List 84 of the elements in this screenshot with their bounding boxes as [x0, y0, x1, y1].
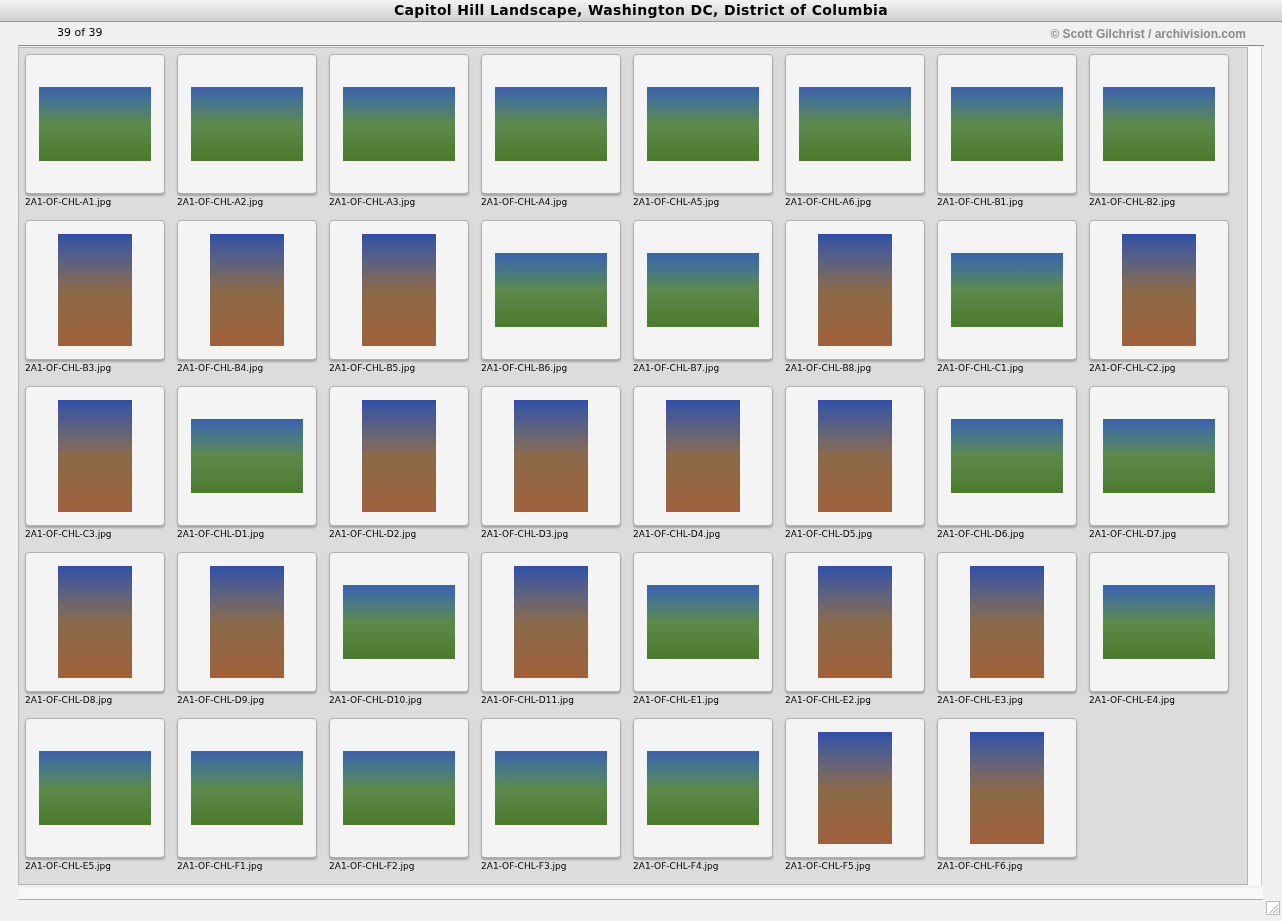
slide-card[interactable] — [177, 718, 317, 858]
file-name: 2A1-OF-CHL-A6.jpg — [785, 196, 872, 209]
slide-card[interactable] — [25, 718, 165, 858]
slide-card[interactable] — [1089, 220, 1229, 360]
horizontal-scrollbar-track[interactable] — [18, 888, 1263, 900]
file-name: 2A1-OF-CHL-E1.jpg — [633, 694, 719, 707]
file-name: 2A1-OF-CHL-A3.jpg — [329, 196, 416, 209]
slide-card[interactable] — [329, 552, 469, 692]
slide-card[interactable] — [633, 718, 773, 858]
slide-card[interactable] — [633, 54, 773, 194]
file-name: 2A1-OF-CHL-D10.jpg — [329, 694, 422, 707]
file-name: 2A1-OF-CHL-F1.jpg — [177, 860, 263, 873]
file-name: 2A1-OF-CHL-D8.jpg — [25, 694, 113, 707]
file-name: 2A1-OF-CHL-B7.jpg — [633, 362, 720, 375]
file-name: 2A1-OF-CHL-B1.jpg — [937, 196, 1024, 209]
slide-card[interactable] — [633, 552, 773, 692]
file-name: 2A1-OF-CHL-E3.jpg — [937, 694, 1023, 707]
file-name: 2A1-OF-CHL-B3.jpg — [25, 362, 112, 375]
file-name: 2A1-OF-CHL-C2.jpg — [1089, 362, 1176, 375]
slide-card[interactable] — [633, 220, 773, 360]
slide-card[interactable] — [785, 552, 925, 692]
slide-card[interactable] — [329, 386, 469, 526]
file-name: 2A1-OF-CHL-D11.jpg — [481, 694, 574, 707]
slide-card[interactable] — [481, 386, 621, 526]
slide-card[interactable] — [25, 552, 165, 692]
slide-card[interactable] — [481, 220, 621, 360]
slide-card[interactable] — [481, 718, 621, 858]
file-name: 2A1-OF-CHL-D6.jpg — [937, 528, 1025, 541]
slide-card[interactable] — [785, 718, 925, 858]
slide-card[interactable] — [785, 54, 925, 194]
file-name: 2A1-OF-CHL-C1.jpg — [937, 362, 1024, 375]
scrollbar-track[interactable] — [1248, 47, 1262, 885]
slide-card[interactable] — [785, 386, 925, 526]
slide-card[interactable] — [1089, 386, 1229, 526]
file-name: 2A1-OF-CHL-F2.jpg — [329, 860, 415, 873]
file-name: 2A1-OF-CHL-F5.jpg — [785, 860, 871, 873]
slide-card[interactable] — [25, 386, 165, 526]
slide-card[interactable] — [937, 552, 1077, 692]
slide-card[interactable] — [937, 386, 1077, 526]
slide-card[interactable] — [481, 54, 621, 194]
file-name: 2A1-OF-CHL-D4.jpg — [633, 528, 721, 541]
file-name: 2A1-OF-CHL-E4.jpg — [1089, 694, 1175, 707]
resize-grip-icon[interactable] — [1266, 901, 1280, 915]
window-title: Capitol Hill Landscape, Washington DC, District of Columbia — [393, 1, 889, 20]
file-name: 2A1-OF-CHL-C3.jpg — [25, 528, 112, 541]
file-name: 2A1-OF-CHL-D1.jpg — [177, 528, 265, 541]
file-name: 2A1-OF-CHL-A4.jpg — [481, 196, 568, 209]
slide-card[interactable] — [177, 386, 317, 526]
copyright-credit: © Scott Gilchrist / archivision.com — [1050, 25, 1246, 43]
slide-card[interactable] — [1089, 552, 1229, 692]
file-name: 2A1-OF-CHL-B5.jpg — [329, 362, 416, 375]
slide-card[interactable] — [177, 54, 317, 194]
file-name: 2A1-OF-CHL-D9.jpg — [177, 694, 265, 707]
file-name: 2A1-OF-CHL-B4.jpg — [177, 362, 264, 375]
file-name: 2A1-OF-CHL-A2.jpg — [177, 196, 264, 209]
file-name: 2A1-OF-CHL-B8.jpg — [785, 362, 872, 375]
slide-card[interactable] — [329, 718, 469, 858]
file-name: 2A1-OF-CHL-D3.jpg — [481, 528, 569, 541]
file-name: 2A1-OF-CHL-D2.jpg — [329, 528, 417, 541]
file-name: 2A1-OF-CHL-D5.jpg — [785, 528, 873, 541]
slide-card[interactable] — [481, 552, 621, 692]
slide-card[interactable] — [937, 718, 1077, 858]
slide-card[interactable] — [329, 54, 469, 194]
file-name: 2A1-OF-CHL-E2.jpg — [785, 694, 871, 707]
file-name: 2A1-OF-CHL-F6.jpg — [937, 860, 1023, 873]
slide-card[interactable] — [633, 386, 773, 526]
file-name: 2A1-OF-CHL-F4.jpg — [633, 860, 719, 873]
image-counter: 39 of 39 — [57, 25, 103, 42]
slide-card[interactable] — [25, 54, 165, 194]
slide-card[interactable] — [177, 552, 317, 692]
slide-card[interactable] — [937, 220, 1077, 360]
slide-card[interactable] — [329, 220, 469, 360]
slide-card[interactable] — [937, 54, 1077, 194]
slide-card[interactable] — [177, 220, 317, 360]
slide-card[interactable] — [1089, 54, 1229, 194]
slide-card[interactable] — [25, 220, 165, 360]
file-name: 2A1-OF-CHL-E5.jpg — [25, 860, 111, 873]
file-name: 2A1-OF-CHL-A5.jpg — [633, 196, 720, 209]
slide-card[interactable] — [785, 220, 925, 360]
file-name: 2A1-OF-CHL-F3.jpg — [481, 860, 567, 873]
file-name: 2A1-OF-CHL-A1.jpg — [25, 196, 112, 209]
file-name: 2A1-OF-CHL-B6.jpg — [481, 362, 568, 375]
file-name: 2A1-OF-CHL-D7.jpg — [1089, 528, 1177, 541]
file-name: 2A1-OF-CHL-B2.jpg — [1089, 196, 1176, 209]
